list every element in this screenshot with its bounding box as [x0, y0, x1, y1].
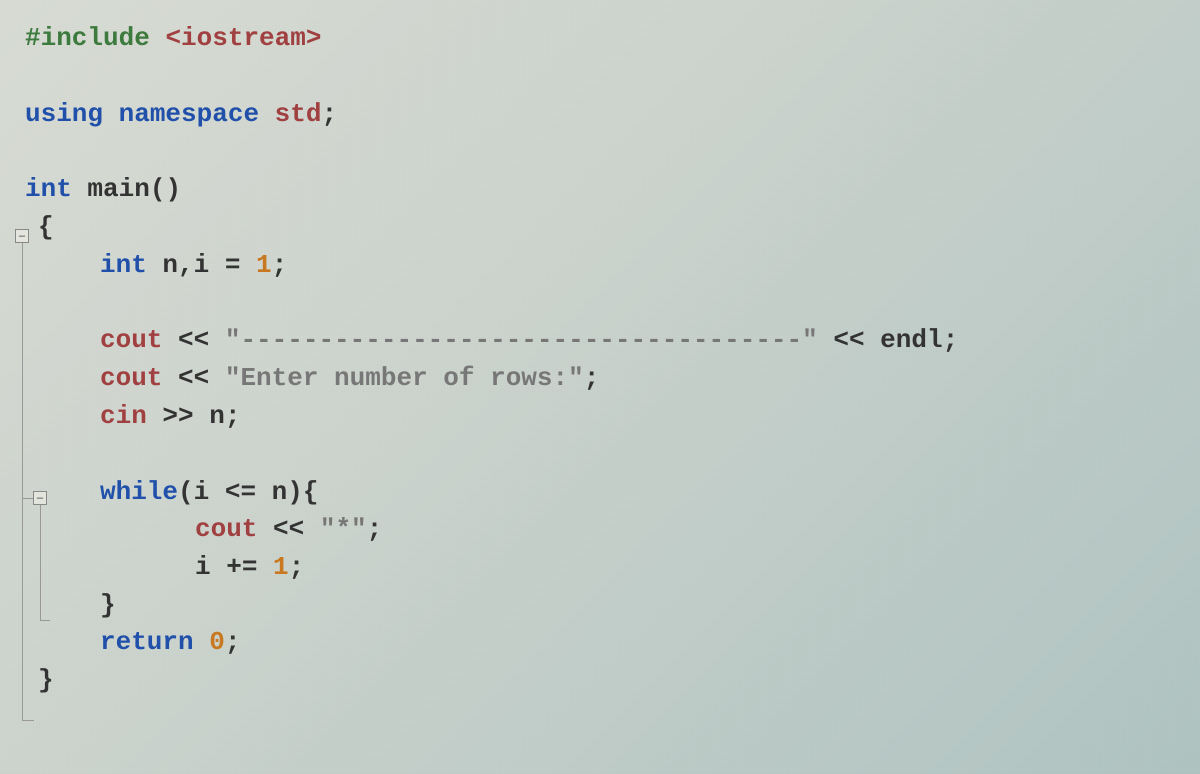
number-token: 0 — [209, 627, 225, 657]
semicolon-token: ; — [367, 514, 383, 544]
code-line[interactable]: cout << "-------------------------------… — [0, 322, 1200, 360]
identifier-token: endl — [880, 325, 942, 355]
semicolon-token: ; — [225, 627, 241, 657]
identifier-token: cout — [195, 514, 257, 544]
number-token: 1 — [256, 250, 272, 280]
blank-line — [0, 58, 1200, 96]
identifier-token: cout — [100, 363, 162, 393]
brace-token: } — [38, 665, 54, 695]
operator-token: >> — [147, 401, 209, 431]
semicolon-token: ; — [289, 552, 305, 582]
operator-token: = — [225, 250, 241, 280]
identifier-token: i — [194, 477, 225, 507]
code-line[interactable]: using namespace std; — [0, 96, 1200, 134]
paren-token: ) — [287, 477, 303, 507]
blank-line — [0, 133, 1200, 171]
semicolon-token: ; — [943, 325, 959, 355]
operator-token: << — [162, 325, 224, 355]
function-name-token: main — [87, 174, 149, 204]
identifier-token: n — [256, 477, 287, 507]
paren-token: () — [150, 174, 181, 204]
code-line[interactable]: return 0; — [0, 624, 1200, 662]
keyword-token: while — [100, 477, 178, 507]
keyword-token: return — [100, 627, 194, 657]
code-line[interactable]: #include <iostream> — [0, 20, 1200, 58]
brace-token: } — [100, 590, 116, 620]
angle-bracket-token: > — [306, 23, 322, 53]
operator-token: += — [226, 552, 257, 582]
semicolon-token: ; — [272, 250, 288, 280]
semicolon-token: ; — [584, 363, 600, 393]
string-token: "------------------------------------" — [225, 325, 818, 355]
brace-token: { — [38, 212, 54, 242]
code-line[interactable]: cout << "Enter number of rows:"; — [0, 360, 1200, 398]
string-token: "Enter number of rows:" — [225, 363, 584, 393]
operator-token: <= — [225, 477, 256, 507]
code-line[interactable]: int n,i = 1; — [0, 247, 1200, 285]
identifier-token: cin — [100, 401, 147, 431]
keyword-token: int — [25, 174, 72, 204]
code-line[interactable]: { — [0, 209, 1200, 247]
identifier-token: n,i — [147, 250, 225, 280]
blank-line — [0, 436, 1200, 474]
angle-bracket-token: < — [165, 23, 181, 53]
space — [257, 552, 273, 582]
header-name-token: iostream — [181, 23, 306, 53]
operator-token: << — [818, 325, 880, 355]
code-editor: − − #include <iostream> using namespace … — [0, 0, 1200, 700]
code-line[interactable]: i += 1; — [0, 549, 1200, 587]
semicolon-token: ; — [225, 401, 241, 431]
number-token: 1 — [273, 552, 289, 582]
space — [240, 250, 256, 280]
code-line[interactable]: } — [0, 587, 1200, 625]
fold-line — [22, 720, 34, 721]
string-token: "*" — [320, 514, 367, 544]
code-line[interactable]: } — [0, 662, 1200, 700]
code-line[interactable]: cin >> n; — [0, 398, 1200, 436]
preprocessor-token: #include — [25, 23, 150, 53]
operator-token: << — [162, 363, 224, 393]
identifier-token: i — [195, 552, 226, 582]
operator-token: << — [257, 514, 319, 544]
code-line[interactable]: while(i <= n){ — [0, 474, 1200, 512]
code-line[interactable]: int main() — [0, 171, 1200, 209]
space — [194, 627, 210, 657]
semicolon-token: ; — [321, 99, 337, 129]
paren-token: ( — [178, 477, 194, 507]
keyword-token: namespace — [119, 99, 259, 129]
keyword-token: using — [25, 99, 103, 129]
identifier-token: n — [209, 401, 225, 431]
blank-line — [0, 284, 1200, 322]
brace-token: { — [303, 477, 319, 507]
keyword-token: int — [100, 250, 147, 280]
identifier-token: std — [275, 99, 322, 129]
identifier-token: cout — [100, 325, 162, 355]
code-line[interactable]: cout << "*"; — [0, 511, 1200, 549]
